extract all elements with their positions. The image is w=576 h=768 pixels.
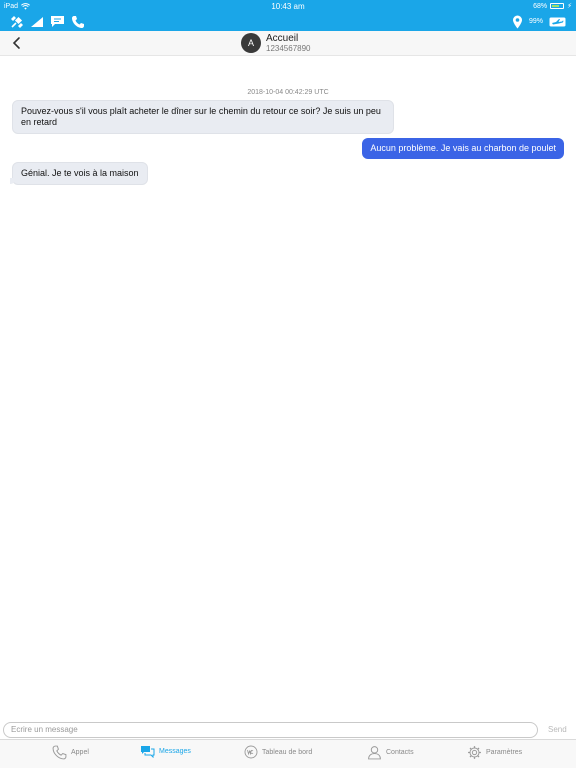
battery-icon bbox=[550, 3, 565, 9]
plane-icon[interactable] bbox=[549, 17, 566, 27]
quota-percent: 99% bbox=[528, 18, 543, 25]
avatar: A bbox=[241, 33, 261, 53]
contacts-icon bbox=[368, 746, 381, 760]
tab-appel[interactable]: Appel bbox=[52, 745, 89, 760]
signal-icon bbox=[31, 16, 43, 27]
tab-label: Messages bbox=[159, 748, 191, 755]
location-pin-icon[interactable] bbox=[512, 15, 523, 29]
gear-icon bbox=[468, 746, 481, 759]
tab-label: Contacts bbox=[386, 749, 414, 756]
status-time: 10:43 am bbox=[271, 2, 305, 11]
incoming-message[interactable]: Pouvez-vous s'il vous plaît acheter le d… bbox=[12, 100, 394, 134]
contact-info[interactable]: A Accueil 1234567890 bbox=[241, 33, 311, 53]
phone-status-icon[interactable] bbox=[71, 15, 85, 29]
send-button[interactable]: Send bbox=[548, 725, 567, 734]
tab-bar: Appel Messages Tableau de bord Contacts … bbox=[0, 739, 576, 768]
sms-icon[interactable] bbox=[50, 15, 65, 28]
tab-label: Appel bbox=[71, 749, 89, 756]
message-thread[interactable]: 2018-10-04 00:42:29 UTC Pouvez-vous s'il… bbox=[0, 56, 576, 720]
message-text: Génial. Je te vois à la maison bbox=[21, 168, 139, 178]
message-timestamp: 2018-10-04 00:42:29 UTC bbox=[247, 89, 329, 96]
tab-parametres[interactable]: Paramètres bbox=[467, 745, 522, 760]
tab-contacts[interactable]: Contacts bbox=[367, 745, 414, 760]
tab-messages[interactable]: Messages bbox=[140, 745, 191, 758]
tab-label: Tableau de bord bbox=[262, 748, 313, 756]
chat-icon bbox=[141, 746, 155, 758]
satellite-icon[interactable] bbox=[10, 15, 24, 29]
app-toolbar: 99% bbox=[0, 12, 576, 31]
back-chevron-icon[interactable] bbox=[10, 36, 24, 50]
dashboard-icon bbox=[244, 745, 258, 759]
contact-name: Accueil bbox=[266, 33, 299, 44]
incoming-message[interactable]: Génial. Je te vois à la maison bbox=[10, 162, 148, 185]
conversation-header: A Accueil 1234567890 bbox=[0, 31, 576, 56]
tab-label: Paramètres bbox=[486, 749, 523, 756]
phone-icon bbox=[52, 745, 67, 760]
status-bar: iPad 10:43 am 68% ⚡ bbox=[0, 0, 576, 12]
message-text: Aucun problème. Je vais au charbon de po… bbox=[370, 143, 556, 153]
message-input[interactable] bbox=[3, 721, 538, 738]
message-composer: Send bbox=[0, 720, 576, 739]
message-text: Pouvez-vous s'il vous plaît acheter le d… bbox=[21, 106, 381, 127]
battery-level bbox=[552, 5, 559, 7]
outgoing-message[interactable]: Aucun problème. Je vais au charbon de po… bbox=[362, 138, 564, 159]
tab-dashboard[interactable]: Tableau de bord bbox=[244, 745, 312, 759]
contact-number: 1234567890 bbox=[266, 44, 311, 53]
